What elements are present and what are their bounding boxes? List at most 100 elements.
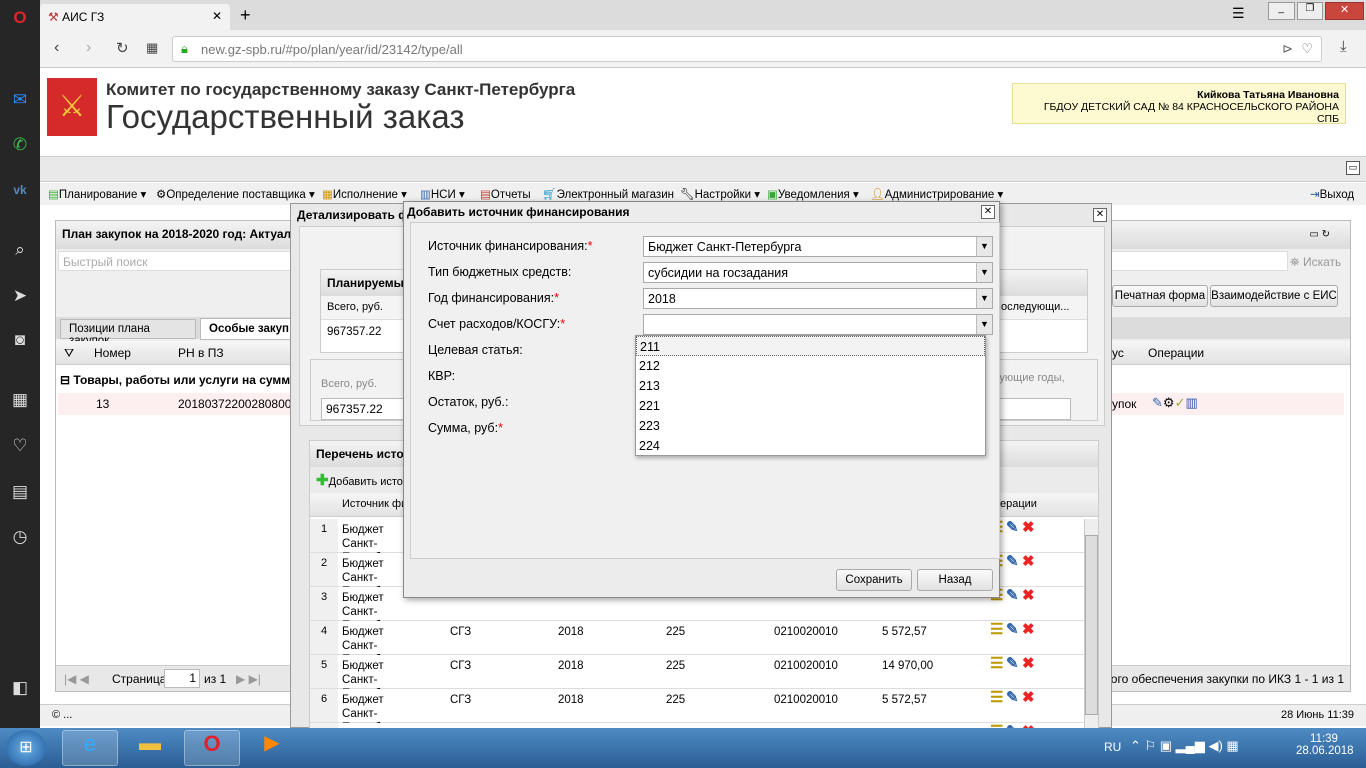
back-icon[interactable]: ‹	[54, 39, 59, 57]
edit-icon[interactable]: ✎	[1006, 520, 1022, 535]
messenger-icon[interactable]: ✉	[8, 88, 32, 112]
url-field[interactable]: 🔒︎ new.gz-spb.ru/#po/plan/year/id/23142/…	[172, 36, 1322, 62]
speed-dial-icon[interactable]: ▦	[146, 40, 158, 56]
menu-settings[interactable]: 🔧︎Настройки ▾	[680, 187, 760, 201]
ie-taskbar-icon[interactable]: e	[62, 730, 118, 766]
pager-next-last-icon[interactable]: ▶ ▶|	[236, 672, 261, 686]
explorer-taskbar-icon[interactable]: ▬	[122, 730, 178, 766]
next-years-input[interactable]	[991, 398, 1071, 420]
back-button[interactable]: Назад	[917, 569, 993, 591]
eis-interaction-button[interactable]: Взаимодействие с ЕИС	[1210, 285, 1338, 307]
restore-button[interactable]: ❐	[1296, 2, 1324, 20]
tab-special-purchases[interactable]: Особые закуп	[200, 318, 300, 340]
scrollbar[interactable]	[1084, 519, 1098, 731]
bookmark-heart-icon[interactable]: ♡	[1301, 41, 1313, 57]
history-icon[interactable]: ◷	[8, 525, 32, 549]
minimize-button[interactable]: _	[1268, 2, 1295, 20]
speed-dial-icon[interactable]: ▦	[8, 388, 32, 412]
menu-nsi[interactable]: ▥НСИ ▾	[420, 187, 465, 201]
menu-execution[interactable]: ▦Исполнение ▾	[322, 187, 407, 201]
delete-icon[interactable]: ✖	[1022, 588, 1038, 603]
table-row[interactable]: 4 Бюджет Санкт-Петербурга СГЗ 2018 225 0…	[310, 621, 1084, 666]
vk-icon[interactable]: vk	[8, 178, 32, 202]
search-icon[interactable]: ⌕	[8, 238, 32, 262]
browser-tab[interactable]: ⚒ АИС ГЗ ✕	[40, 4, 230, 30]
forward-icon[interactable]: ›	[86, 39, 91, 57]
field-combo[interactable]: ▼	[643, 314, 993, 335]
document-icon[interactable]: ☰	[990, 656, 1006, 671]
news-icon[interactable]: ▤	[8, 480, 32, 504]
delete-icon[interactable]: ✖	[1022, 656, 1038, 671]
camera-icon[interactable]: ◙	[8, 328, 32, 352]
close-window-button[interactable]: ✕	[1325, 2, 1365, 20]
menu-reports[interactable]: ▤Отчеты	[480, 187, 531, 201]
delete-icon[interactable]: ✖	[1022, 622, 1038, 637]
edit-icon[interactable]: ✎	[1006, 656, 1022, 671]
delete-icon[interactable]: ✖	[1022, 520, 1038, 535]
group-row[interactable]: ⊟ Товары, работы или услуги на сумму,	[60, 373, 299, 387]
row-operations[interactable]: ✎⚙✓▥	[1152, 395, 1198, 411]
tray-icons[interactable]: ⌃ ⚐ ▣ ▂▄▆ ◀) ▦	[1130, 738, 1239, 754]
new-tab-button[interactable]: +	[240, 5, 251, 26]
chevron-down-icon[interactable]: ▼	[976, 263, 992, 282]
field-combo[interactable]: субсидии на госзадания ▼	[643, 262, 993, 283]
filter-icon[interactable]: ⛛	[64, 346, 74, 361]
dropdown-option[interactable]: 224	[636, 436, 985, 456]
clock[interactable]: 11:39 28.06.2018	[1296, 733, 1354, 757]
windows-taskbar: ⊞ e ▬ O ▶ RU ⌃ ⚐ ▣ ▂▄▆ ◀) ▦ 11:39 28.06.2…	[0, 728, 1366, 768]
edit-icon[interactable]: ✎	[1006, 622, 1022, 637]
close-icon[interactable]: ✕	[981, 205, 995, 219]
field-combo[interactable]: 2018 ▼	[643, 288, 993, 309]
print-form-button[interactable]: Печатная форма	[1112, 285, 1208, 307]
share-icon[interactable]: ⊳	[1282, 41, 1293, 57]
tab-menu-icon[interactable]: ☰	[1232, 5, 1245, 22]
address-bar: ‹ › ↻ ▦ 🔒︎ new.gz-spb.ru/#po/plan/year/i…	[40, 30, 1366, 68]
panel-tools[interactable]: ▭ ↻	[1309, 229, 1330, 240]
chevron-down-icon[interactable]: ▼	[976, 289, 992, 308]
save-button[interactable]: Сохранить	[836, 569, 912, 591]
exit-button[interactable]: ⇥Выход	[1310, 187, 1354, 201]
dropdown-option[interactable]: 213	[636, 376, 985, 396]
close-icon[interactable]: ✕	[1093, 208, 1107, 222]
menu-planning[interactable]: ▤Планирование ▾	[48, 187, 146, 201]
language-indicator[interactable]: RU	[1104, 740, 1121, 754]
field-combo[interactable]: Бюджет Санкт-Петербурга ▼	[643, 236, 993, 257]
execution-icon: ▦	[322, 189, 333, 201]
table-row[interactable]: 6 Бюджет Санкт-Петербурга СГЗ 2018 225 0…	[310, 689, 1084, 734]
media-taskbar-icon[interactable]: ▶	[244, 730, 300, 766]
table-row[interactable]: 5 Бюджет Санкт-Петербурга СГЗ 2018 225 0…	[310, 655, 1084, 700]
menu-eshop[interactable]: 🛒︎Электронный магазин	[542, 187, 674, 201]
collapse-header-button[interactable]: ▭	[1346, 161, 1360, 175]
whatsapp-icon[interactable]: ✆	[8, 133, 32, 157]
delete-icon[interactable]: ✖	[1022, 690, 1038, 705]
dropdown-option[interactable]: 221	[636, 396, 985, 416]
field-label: Сумма, руб:*	[428, 421, 503, 435]
delete-icon[interactable]: ✖	[1022, 554, 1038, 569]
dropdown-option[interactable]: 211	[636, 336, 985, 356]
document-icon[interactable]: ☰	[990, 622, 1006, 637]
menu-supplier[interactable]: ⚙Определение поставщика ▾	[156, 187, 315, 201]
send-icon[interactable]: ➤	[8, 284, 32, 308]
opera-taskbar-icon[interactable]: O	[184, 730, 240, 766]
sidebar-toggle-icon[interactable]: ◧	[8, 676, 32, 700]
menu-notifications[interactable]: ▣Уведомления ▾	[767, 187, 859, 201]
heart-icon[interactable]: ♡	[8, 434, 32, 458]
edit-icon[interactable]: ✎	[1006, 554, 1022, 569]
chevron-down-icon[interactable]: ▼	[976, 315, 992, 334]
reload-icon[interactable]: ↻	[116, 39, 129, 57]
pager-first-prev-icon[interactable]: |◀ ◀	[64, 672, 89, 686]
chevron-down-icon[interactable]: ▼	[976, 237, 992, 256]
edit-icon[interactable]: ✎	[1006, 690, 1022, 705]
close-tab-icon[interactable]: ✕	[212, 9, 222, 23]
opera-logo-icon[interactable]: O	[8, 6, 32, 30]
menu-admin[interactable]: 👤︎Администрирование ▾	[870, 187, 1003, 201]
dropdown-option[interactable]: 212	[636, 356, 985, 376]
start-button[interactable]: ⊞	[6, 730, 46, 766]
document-icon[interactable]: ☰	[990, 690, 1006, 705]
search-button[interactable]: ⛯ Искать	[1290, 255, 1341, 270]
edit-icon[interactable]: ✎	[1006, 588, 1022, 603]
download-icon[interactable]: ⤓	[1340, 38, 1347, 55]
tab-plan-positions[interactable]: Позиции плана закупок	[60, 319, 196, 347]
page-input[interactable]: 1	[164, 669, 200, 688]
dropdown-option[interactable]: 223	[636, 416, 985, 436]
